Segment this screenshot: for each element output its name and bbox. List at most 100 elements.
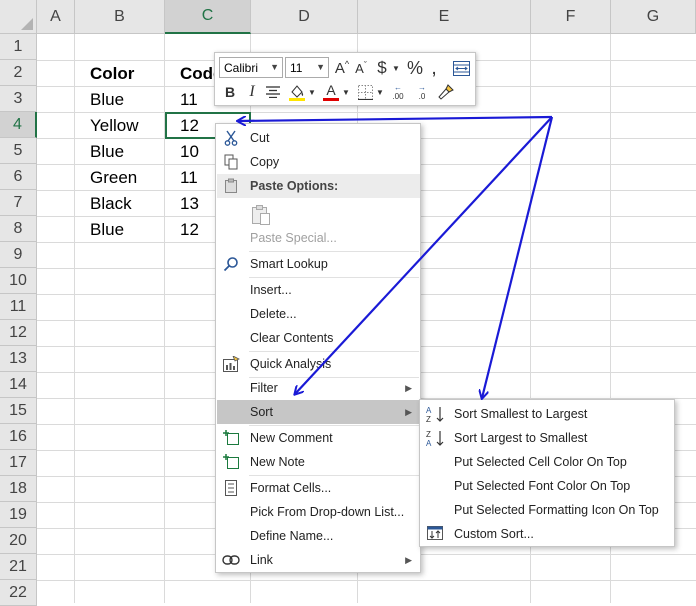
menu-item-filter[interactable]: Filter ▶ xyxy=(217,376,420,400)
row-header-16[interactable]: 16 xyxy=(0,424,37,450)
row-header-13[interactable]: 13 xyxy=(0,346,37,372)
context-menu: Cut Copy Paste Options: Paste Special...… xyxy=(215,123,421,573)
menu-item-paste-special[interactable]: Paste Special... xyxy=(217,226,420,250)
menu-item-pick-from-list[interactable]: Pick From Drop-down List... xyxy=(217,500,420,524)
decrease-decimal-label: .0 xyxy=(418,92,426,101)
sort-cell-color-on-top[interactable]: Put Selected Cell Color On Top xyxy=(421,450,673,474)
row-header-21[interactable]: 21 xyxy=(0,554,37,580)
sort-formatting-icon-on-top[interactable]: Put Selected Formatting Icon On Top xyxy=(421,498,673,522)
row-header-12[interactable]: 12 xyxy=(0,320,37,346)
increase-font-size-button[interactable]: A ^ xyxy=(333,57,351,79)
column-header-e[interactable]: E xyxy=(358,0,531,34)
menu-item-clear-contents[interactable]: Clear Contents xyxy=(217,326,420,350)
row-header-22[interactable]: 22 xyxy=(0,580,37,606)
shrink-font-icon: A xyxy=(355,60,364,76)
percent-style-button[interactable]: % xyxy=(405,57,425,79)
column-header-f[interactable]: F xyxy=(531,0,611,34)
cell-b7[interactable]: Black xyxy=(75,191,165,217)
font-name-dropdown[interactable]: Calibri ▼ xyxy=(219,57,283,78)
decrease-decimal-button[interactable]: → .0 xyxy=(411,81,433,103)
row-header-18[interactable]: 18 xyxy=(0,476,37,502)
menu-item-quick-analysis[interactable]: Quick Analysis xyxy=(217,352,420,376)
sort-largest-to-smallest[interactable]: ZA Sort Largest to Smallest xyxy=(421,426,673,450)
align-center-button[interactable] xyxy=(263,81,283,103)
borders-button[interactable] xyxy=(355,81,375,103)
cell-b2-header[interactable]: Color xyxy=(75,61,165,87)
font-size-dropdown[interactable]: 11 ▼ xyxy=(285,57,329,78)
decrease-font-size-button[interactable]: Aˇ xyxy=(352,57,370,79)
column-header-g[interactable]: G xyxy=(611,0,696,34)
increase-decimal-icon: ← xyxy=(394,83,402,92)
menu-item-label: New Note xyxy=(250,455,305,469)
cell-b6[interactable]: Green xyxy=(75,165,165,191)
row-header-6[interactable]: 6 xyxy=(0,164,37,190)
row-header-2[interactable]: 2 xyxy=(0,60,37,86)
sort-font-color-on-top[interactable]: Put Selected Font Color On Top xyxy=(421,474,673,498)
column-header-c[interactable]: C xyxy=(165,0,251,34)
submenu-arrow-icon: ▶ xyxy=(405,382,412,393)
menu-item-smart-lookup[interactable]: Smart Lookup xyxy=(217,252,420,276)
cell-b5[interactable]: Blue xyxy=(75,139,165,165)
menu-item-delete[interactable]: Delete... xyxy=(217,302,420,326)
align-center-icon xyxy=(266,86,280,98)
row-header-15[interactable]: 15 xyxy=(0,398,37,424)
borders-dropdown[interactable]: ▼ xyxy=(375,81,385,103)
row-header-17[interactable]: 17 xyxy=(0,450,37,476)
format-painter-button[interactable] xyxy=(435,81,457,103)
cell-b4[interactable]: Yellow xyxy=(75,113,165,139)
row-header-3[interactable]: 3 xyxy=(0,86,37,112)
comma-style-button[interactable]: , xyxy=(427,57,441,79)
select-all-button[interactable] xyxy=(0,0,37,34)
fill-color-dropdown[interactable]: ▼ xyxy=(307,81,317,103)
fill-color-button[interactable] xyxy=(287,81,307,103)
row-header-4[interactable]: 4 xyxy=(0,112,37,138)
menu-item-label: Format Cells... xyxy=(250,481,332,495)
row-header-10[interactable]: 10 xyxy=(0,268,37,294)
column-header-b[interactable]: B xyxy=(75,0,165,34)
row-header-1[interactable]: 1 xyxy=(0,34,37,60)
menu-item-cut[interactable]: Cut xyxy=(217,126,420,150)
row-header-20[interactable]: 20 xyxy=(0,528,37,554)
paste-button[interactable] xyxy=(217,199,420,229)
merge-center-button[interactable] xyxy=(451,57,471,79)
paste-options-label: Paste Options: xyxy=(250,179,339,193)
submenu-arrow-icon: ▶ xyxy=(405,406,412,417)
chevron-down-icon: ▼ xyxy=(316,62,325,72)
menu-item-sort[interactable]: Sort ▶ xyxy=(217,400,420,424)
cell-b3[interactable]: Blue xyxy=(75,87,165,113)
row-header-9[interactable]: 9 xyxy=(0,242,37,268)
custom-sort[interactable]: Custom Sort... xyxy=(421,522,673,546)
menu-item-link[interactable]: Link ▶ xyxy=(217,548,420,572)
sort-smallest-to-largest[interactable]: AZ Sort Smallest to Largest xyxy=(421,402,673,426)
currency-format-button[interactable]: $ xyxy=(373,57,391,79)
bold-button[interactable]: B xyxy=(221,81,239,103)
cell-b8[interactable]: Blue xyxy=(75,217,165,243)
column-header-d[interactable]: D xyxy=(251,0,358,34)
column-header-a[interactable]: A xyxy=(37,0,75,34)
submenu-item-label: Custom Sort... xyxy=(454,527,534,541)
row-header-7[interactable]: 7 xyxy=(0,190,37,216)
menu-item-new-note[interactable]: New Note xyxy=(217,450,420,474)
menu-item-insert[interactable]: Insert... xyxy=(217,278,420,302)
font-color-dropdown[interactable]: ▼ xyxy=(341,81,351,103)
menu-item-label: Delete... xyxy=(250,307,297,321)
row-header-8[interactable]: 8 xyxy=(0,216,37,242)
currency-dropdown[interactable]: ▼ xyxy=(391,57,401,79)
menu-item-new-comment[interactable]: New Comment xyxy=(217,426,420,450)
menu-item-label: Define Name... xyxy=(250,529,334,543)
row-header-11[interactable]: 11 xyxy=(0,294,37,320)
row-header-5[interactable]: 5 xyxy=(0,138,37,164)
submenu-item-label: Sort Smallest to Largest xyxy=(454,407,588,421)
menu-item-define-name[interactable]: Define Name... xyxy=(217,524,420,548)
increase-decimal-button[interactable]: ← .00 xyxy=(387,81,409,103)
italic-button[interactable]: I xyxy=(243,81,261,103)
font-color-button[interactable]: A xyxy=(321,81,341,103)
chevron-down-icon: ▼ xyxy=(270,62,279,72)
menu-item-copy[interactable]: Copy xyxy=(217,150,420,174)
row-header-19[interactable]: 19 xyxy=(0,502,37,528)
menu-item-format-cells[interactable]: Format Cells... xyxy=(217,476,420,500)
new-note-icon xyxy=(222,453,240,471)
row-header-14[interactable]: 14 xyxy=(0,372,37,398)
svg-text:A: A xyxy=(426,439,432,447)
quick-analysis-icon xyxy=(222,355,240,373)
